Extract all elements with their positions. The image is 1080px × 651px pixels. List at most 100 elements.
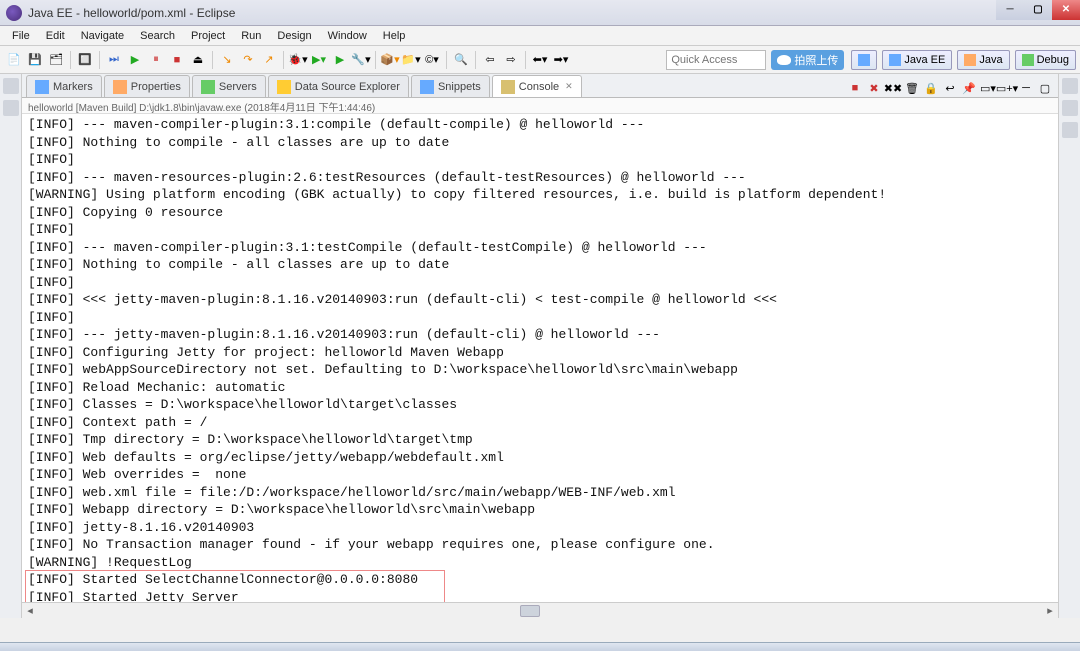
console-line: [INFO] web.xml file = file:/D:/workspace… — [28, 484, 1052, 502]
scroll-thumb[interactable] — [520, 605, 540, 617]
menu-window[interactable]: Window — [320, 28, 375, 44]
console-line: [INFO] --- maven-resources-plugin:2.6:te… — [28, 169, 1052, 187]
remove-launch-button[interactable]: ✖ — [865, 79, 883, 97]
prev-annotation-button[interactable]: ⇦ — [480, 50, 500, 70]
tab-close-icon[interactable]: ✕ — [565, 81, 573, 92]
step-return-button[interactable]: ↗ — [259, 50, 279, 70]
remove-all-button[interactable]: ✖✖ — [884, 79, 902, 97]
step-over-button[interactable]: ↷ — [238, 50, 258, 70]
forward-button[interactable]: ➡▾ — [551, 50, 571, 70]
tab-markers[interactable]: Markers — [26, 75, 102, 97]
display-selected-button[interactable]: ▭▾ — [979, 79, 997, 97]
scroll-track[interactable] — [38, 603, 1042, 619]
run-dropdown[interactable]: ▶▾ — [309, 50, 329, 70]
minimize-button[interactable]: ─ — [996, 0, 1024, 20]
perspective-javaee[interactable]: Java EE — [882, 50, 952, 70]
minimized-view-icon[interactable] — [3, 100, 19, 116]
maximize-button[interactable]: ▢ — [1024, 0, 1052, 20]
console-line: [INFO] Webapp directory = D:\workspace\h… — [28, 501, 1052, 519]
console-launch-header: helloworld [Maven Build] D:\jdk1.8\bin\j… — [22, 98, 1058, 114]
console-toolbar: ■ ✖ ✖✖ 🗑 🔒 ↩ 📌 ▭▾ ▭+▾ ─ ▢ — [846, 79, 1058, 97]
clear-console-button[interactable]: 🗑 — [903, 79, 921, 97]
pin-console-button[interactable]: 📌 — [960, 79, 978, 97]
scroll-lock-button[interactable]: 🔒 — [922, 79, 940, 97]
new-button[interactable]: 📄 — [4, 50, 24, 70]
tab-snippets[interactable]: Snippets — [411, 75, 490, 97]
terminate-button[interactable]: ■ — [846, 79, 864, 97]
restore-view-icon[interactable] — [1062, 78, 1078, 94]
perspective-icon — [858, 54, 870, 66]
tasklist-view-icon[interactable] — [1062, 122, 1078, 138]
pause-button[interactable]: ⏸ — [146, 50, 166, 70]
skip-button[interactable]: ⏭ — [104, 50, 124, 70]
datasource-icon — [277, 80, 291, 94]
step-into-button[interactable]: ↘ — [217, 50, 237, 70]
console-line: [INFO] Tmp directory = D:\workspace\hell… — [28, 431, 1052, 449]
quick-access-input[interactable] — [666, 50, 766, 70]
console-line: [INFO] Nothing to compile - all classes … — [28, 134, 1052, 152]
save-button[interactable]: 💾 — [25, 50, 45, 70]
scroll-left-icon[interactable]: ◂ — [22, 603, 38, 619]
debug-dropdown[interactable]: 🐞▾ — [288, 50, 308, 70]
minimize-view-button[interactable]: ─ — [1017, 79, 1035, 97]
console-line: [INFO] Started Jetty Server — [28, 589, 1052, 603]
minimized-view-icon[interactable] — [3, 78, 19, 94]
tab-datasource[interactable]: Data Source Explorer — [268, 75, 409, 97]
stop-button[interactable]: ■ — [167, 50, 187, 70]
markers-icon — [35, 80, 49, 94]
toggle-button[interactable]: 🔲 — [75, 50, 95, 70]
open-console-button[interactable]: ▭+▾ — [998, 79, 1016, 97]
console-line: [INFO] Started SelectChannelConnector@0.… — [28, 571, 1052, 589]
close-button[interactable]: ✕ — [1052, 0, 1080, 20]
tab-properties[interactable]: Properties — [104, 75, 190, 97]
open-perspective-button[interactable] — [851, 50, 877, 70]
upload-badge[interactable]: 拍照上传 — [771, 50, 844, 70]
perspective-java[interactable]: Java — [957, 50, 1009, 70]
perspective-debug[interactable]: Debug — [1015, 50, 1076, 70]
menu-design[interactable]: Design — [269, 28, 319, 44]
outline-view-icon[interactable] — [1062, 100, 1078, 116]
search-button[interactable]: 🔍 — [451, 50, 471, 70]
menu-search[interactable]: Search — [132, 28, 183, 44]
word-wrap-button[interactable]: ↩ — [941, 79, 959, 97]
menu-file[interactable]: File — [4, 28, 38, 44]
resume-button[interactable]: ▶ — [125, 50, 145, 70]
new-package-button[interactable]: 📁▾ — [401, 50, 421, 70]
snippets-icon — [420, 80, 434, 94]
javaee-icon — [889, 54, 901, 66]
new-server-button[interactable]: 📦▾ — [380, 50, 400, 70]
run-last-button[interactable]: ▶ — [330, 50, 350, 70]
menu-navigate[interactable]: Navigate — [73, 28, 132, 44]
upload-label: 拍照上传 — [794, 52, 838, 68]
maximize-view-button[interactable]: ▢ — [1036, 79, 1054, 97]
console-line: [INFO] — [28, 221, 1052, 239]
menu-edit[interactable]: Edit — [38, 28, 73, 44]
main-toolbar: 📄 💾 🗂 🔲 ⏭ ▶ ⏸ ■ ⏏ ↘ ↷ ↗ 🐞▾ ▶▾ ▶ 🔧▾ 📦▾ 📁▾… — [0, 46, 1080, 74]
console-line: [INFO] — [28, 309, 1052, 327]
tab-servers[interactable]: Servers — [192, 75, 266, 97]
menu-run[interactable]: Run — [233, 28, 269, 44]
menu-project[interactable]: Project — [183, 28, 233, 44]
console-line: [INFO] --- jetty-maven-plugin:8.1.16.v20… — [28, 326, 1052, 344]
console-output[interactable]: [INFO] --- maven-compiler-plugin:3.1:com… — [22, 114, 1058, 602]
back-button[interactable]: ⬅▾ — [530, 50, 550, 70]
disconnect-button[interactable]: ⏏ — [188, 50, 208, 70]
workspace: Markers Properties Servers Data Source E… — [0, 74, 1080, 618]
console-line: [INFO] Classes = D:\workspace\helloworld… — [28, 396, 1052, 414]
window-title: Java EE - helloworld/pom.xml - Eclipse — [26, 6, 996, 20]
console-line: [INFO] No Transaction manager found - if… — [28, 536, 1052, 554]
console-line: [INFO] — [28, 151, 1052, 169]
editor-area: Markers Properties Servers Data Source E… — [22, 74, 1058, 618]
scroll-right-icon[interactable]: ▸ — [1042, 603, 1058, 619]
menu-help[interactable]: Help — [375, 28, 414, 44]
view-tabstrip: Markers Properties Servers Data Source E… — [22, 74, 1058, 98]
save-all-button[interactable]: 🗂 — [46, 50, 66, 70]
tab-console[interactable]: Console ✕ — [492, 75, 582, 97]
horizontal-scrollbar[interactable]: ◂ ▸ — [22, 602, 1058, 618]
external-tools-button[interactable]: 🔧▾ — [351, 50, 371, 70]
next-annotation-button[interactable]: ⇨ — [501, 50, 521, 70]
console-line: [INFO] Copying 0 resource — [28, 204, 1052, 222]
new-class-button[interactable]: ©▾ — [422, 50, 442, 70]
cloud-icon — [777, 55, 791, 65]
console-line: [INFO] <<< jetty-maven-plugin:8.1.16.v20… — [28, 291, 1052, 309]
